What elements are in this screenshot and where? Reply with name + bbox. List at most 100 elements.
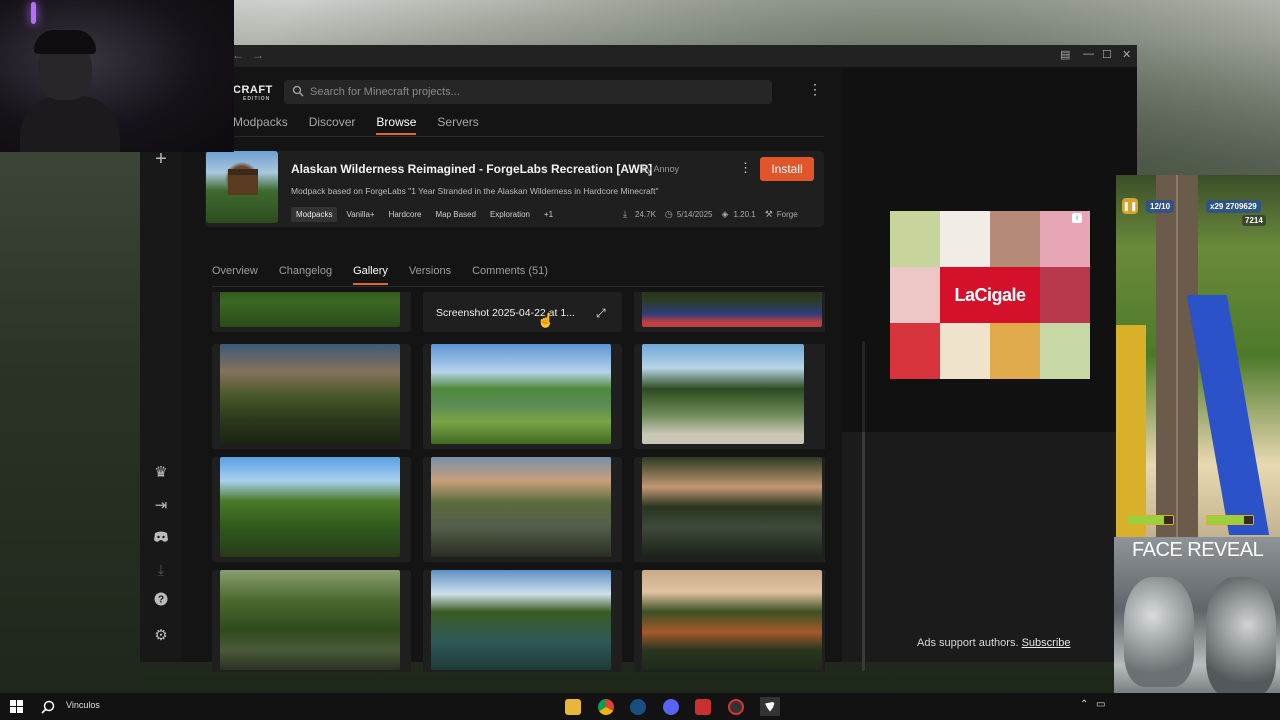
add-icon[interactable]: + bbox=[151, 149, 171, 169]
gallery-item[interactable] bbox=[423, 344, 622, 449]
gallery-item[interactable] bbox=[423, 457, 622, 562]
discord-taskbar-icon[interactable] bbox=[663, 697, 679, 716]
gallery-item[interactable] bbox=[212, 570, 411, 672]
sidebar: + ♛ ⇥ ⤓ ? ⚙ bbox=[140, 67, 182, 662]
loader-stat: ⚒ Forge bbox=[764, 209, 798, 220]
maximize-icon[interactable]: ☐ bbox=[1102, 48, 1112, 61]
game-hud-keys: 12/10 bbox=[1146, 200, 1175, 213]
search-bar[interactable] bbox=[284, 80, 772, 104]
tray-chevron-icon[interactable]: ⌃ bbox=[1080, 699, 1088, 710]
expand-icon[interactable]: ⤢ bbox=[596, 306, 606, 321]
project-tags: Modpacks Vanilla+ Hardcore Map Based Exp… bbox=[291, 207, 558, 222]
gamepad-icon: ◈ bbox=[721, 209, 729, 219]
ad-swatch bbox=[990, 323, 1040, 379]
subscribe-link[interactable]: Subscribe bbox=[1022, 637, 1071, 649]
game-hud-score: x29 2709629 bbox=[1206, 200, 1261, 213]
tab-comments[interactable]: Comments (51) bbox=[472, 265, 548, 285]
gallery-item[interactable] bbox=[634, 457, 825, 562]
desktop-grass-backdrop bbox=[0, 150, 140, 695]
gallery-item[interactable] bbox=[212, 457, 411, 562]
search-input[interactable] bbox=[310, 82, 760, 102]
project-author[interactable]: by Annoy bbox=[642, 164, 679, 174]
forward-arrow-icon[interactable]: → bbox=[252, 48, 264, 62]
layout-icon[interactable]: ▤ bbox=[1060, 48, 1070, 61]
main-content: CRAFTEDITION ⋮ Modpacks Discover Browse … bbox=[182, 67, 865, 672]
ad-swatch bbox=[890, 323, 940, 379]
gallery-item[interactable] bbox=[634, 292, 825, 332]
gallery-item[interactable] bbox=[423, 570, 622, 672]
tag-more[interactable]: +1 bbox=[539, 207, 558, 222]
tab-changelog[interactable]: Changelog bbox=[279, 265, 332, 285]
settings-gear-icon[interactable]: ⚙ bbox=[151, 626, 171, 646]
search-icon bbox=[292, 85, 304, 97]
tab-servers[interactable]: Servers bbox=[437, 115, 478, 135]
network-icon[interactable]: ▭ bbox=[1096, 699, 1105, 710]
tabs-divider bbox=[212, 286, 824, 287]
login-icon[interactable]: ⇥ bbox=[151, 496, 171, 516]
discord-icon[interactable] bbox=[151, 529, 171, 549]
tab-browse[interactable]: Browse bbox=[376, 115, 417, 135]
help-icon[interactable]: ? bbox=[151, 592, 171, 612]
app-logo: CRAFT EDITION bbox=[233, 84, 273, 102]
tag-hardcore[interactable]: Hardcore bbox=[384, 207, 427, 222]
game-overlay: ❚❚ 12/10 x29 2709629 7214 bbox=[1116, 175, 1280, 537]
clock-icon: ◷ bbox=[664, 209, 673, 219]
title-bar: ← → ▤ — ☐ ✕ bbox=[140, 45, 1137, 67]
face-reveal-text: FACE REVEAL bbox=[1132, 539, 1264, 561]
taskbar: Vinculos ⌃ ▭ bbox=[0, 693, 1280, 720]
recording-app-icon[interactable] bbox=[728, 697, 744, 716]
webcam-overlay bbox=[0, 0, 234, 152]
windows-start-icon[interactable] bbox=[9, 697, 23, 716]
anvil-icon: ⚒ bbox=[764, 209, 773, 219]
chrome-icon[interactable] bbox=[598, 697, 614, 716]
gallery-item[interactable] bbox=[634, 570, 825, 672]
taskbar-search-icon[interactable] bbox=[40, 697, 56, 716]
project-stats: ⤓ 24.7K ◷ 5/14/2025 ◈ 1.20.1 ⚒ Forge bbox=[623, 209, 798, 220]
game-hud-sub: 7214 bbox=[1242, 215, 1266, 226]
streaming-app-icon[interactable] bbox=[695, 697, 711, 716]
minimize-icon[interactable]: — bbox=[1083, 48, 1094, 60]
nav-divider bbox=[233, 136, 824, 137]
install-button[interactable]: Install bbox=[760, 157, 814, 181]
tab-versions[interactable]: Versions bbox=[409, 265, 451, 285]
project-thumbnail bbox=[206, 151, 278, 223]
ad-swatch bbox=[940, 323, 990, 379]
crown-icon[interactable]: ♛ bbox=[151, 463, 171, 483]
ad-swatch bbox=[890, 211, 940, 267]
adchoices-icon[interactable]: i bbox=[1072, 213, 1082, 223]
downloads-stat: ⤓ 24.7K bbox=[623, 209, 656, 220]
close-icon[interactable]: ✕ bbox=[1122, 48, 1131, 61]
tag-modpacks[interactable]: Modpacks bbox=[291, 207, 338, 222]
project-more-icon[interactable]: ⋮ bbox=[739, 160, 752, 176]
tag-vanilla-plus[interactable]: Vanilla+ bbox=[341, 207, 379, 222]
tab-overview[interactable]: Overview bbox=[212, 265, 258, 285]
pause-icon: ❚❚ bbox=[1122, 198, 1138, 214]
gallery-item[interactable] bbox=[212, 344, 411, 449]
more-options-icon[interactable]: ⋮ bbox=[808, 81, 822, 98]
game-powerup-bar bbox=[1126, 515, 1174, 525]
tag-exploration[interactable]: Exploration bbox=[485, 207, 535, 222]
game-powerup-bar bbox=[1206, 515, 1254, 525]
ad-brand[interactable]: LaCigale bbox=[940, 267, 1040, 323]
advertisement[interactable]: i LaCigale bbox=[890, 211, 1090, 379]
tab-modpacks[interactable]: Modpacks bbox=[233, 115, 288, 135]
ad-swatch bbox=[890, 267, 940, 323]
gallery-item[interactable] bbox=[212, 292, 411, 332]
steam-icon[interactable] bbox=[630, 697, 646, 716]
gallery-grid: Screenshot 2025-04-22 at 1... ⤢ bbox=[212, 292, 825, 672]
ad-swatch bbox=[1040, 211, 1090, 267]
tag-map-based[interactable]: Map Based bbox=[430, 207, 480, 222]
gallery-item[interactable] bbox=[634, 344, 825, 449]
taskbar-search-label[interactable]: Vinculos bbox=[66, 700, 100, 710]
project-title[interactable]: Alaskan Wilderness Reimagined - ForgeLab… bbox=[291, 162, 652, 176]
gallery-item-hovered[interactable]: Screenshot 2025-04-22 at 1... ⤢ bbox=[423, 292, 622, 332]
ad-swatch bbox=[940, 211, 990, 267]
project-description: Modpack based on ForgeLabs "1 Year Stran… bbox=[291, 186, 659, 196]
tab-discover[interactable]: Discover bbox=[309, 115, 356, 135]
ad-swatch bbox=[990, 211, 1040, 267]
ad-swatch bbox=[1040, 323, 1090, 379]
tab-gallery[interactable]: Gallery bbox=[353, 265, 388, 285]
curseforge-icon[interactable] bbox=[760, 697, 780, 716]
download-icon[interactable]: ⤓ bbox=[151, 561, 171, 581]
file-explorer-icon[interactable] bbox=[565, 697, 581, 716]
